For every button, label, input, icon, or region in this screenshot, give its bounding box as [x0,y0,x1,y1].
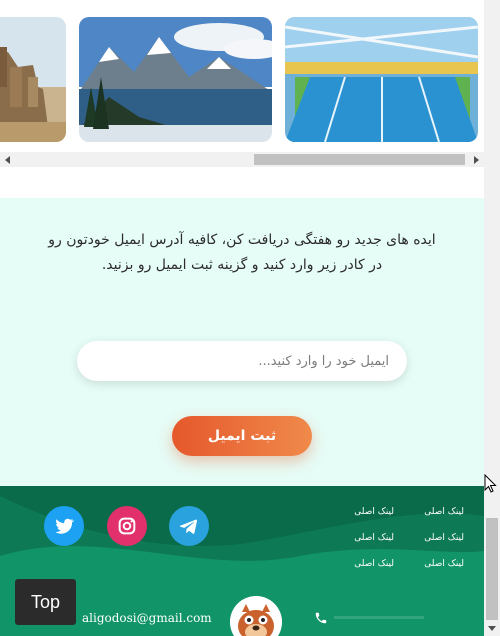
footer-link[interactable]: لینک اصلی [404,506,464,519]
scroll-down-arrow-icon[interactable] [484,620,500,636]
footer-link[interactable]: لینک اصلی [404,558,464,571]
scroll-left-arrow-icon[interactable] [0,152,15,167]
email-input[interactable] [77,341,407,381]
back-to-top-button[interactable]: Top [15,579,76,625]
scroll-right-arrow-icon[interactable] [469,152,484,167]
email-field-wrapper [77,341,407,381]
indoor-pool-photo[interactable] [285,17,478,142]
vertical-scrollbar[interactable] [484,0,500,636]
image-gallery [0,0,484,150]
horizontal-scroll-thumb[interactable] [254,154,465,165]
newsletter-section: ایده های جدید رو هفتگی دریافت کن، کافیه … [0,198,484,488]
contact-email[interactable]: aligodosi@gmail.com [82,611,212,625]
footer-link[interactable]: لینک اصلی [334,506,394,519]
telegram-icon[interactable] [169,506,209,546]
footer-link[interactable]: لینک اصلی [334,532,394,545]
footer-link[interactable]: لینک اصلی [334,558,394,571]
footer-links: لینک اصلی لینک اصلی لینک اصلی لینک اصلی … [334,506,464,571]
castle-photo[interactable] [0,17,66,142]
instagram-icon[interactable] [107,506,147,546]
mouse-cursor-icon [484,474,497,493]
phone-icon [315,612,327,624]
submit-email-button[interactable]: ثبت ایمیل [172,416,312,456]
horizontal-scrollbar[interactable] [0,152,484,167]
mountain-lake-photo[interactable] [79,17,272,142]
phone-number-placeholder [334,616,424,619]
footer-link[interactable]: لینک اصلی [404,532,464,545]
vertical-scroll-thumb[interactable] [486,518,498,620]
twitter-icon[interactable] [44,506,84,546]
newsletter-text: ایده های جدید رو هفتگی دریافت کن، کافیه … [48,232,436,273]
